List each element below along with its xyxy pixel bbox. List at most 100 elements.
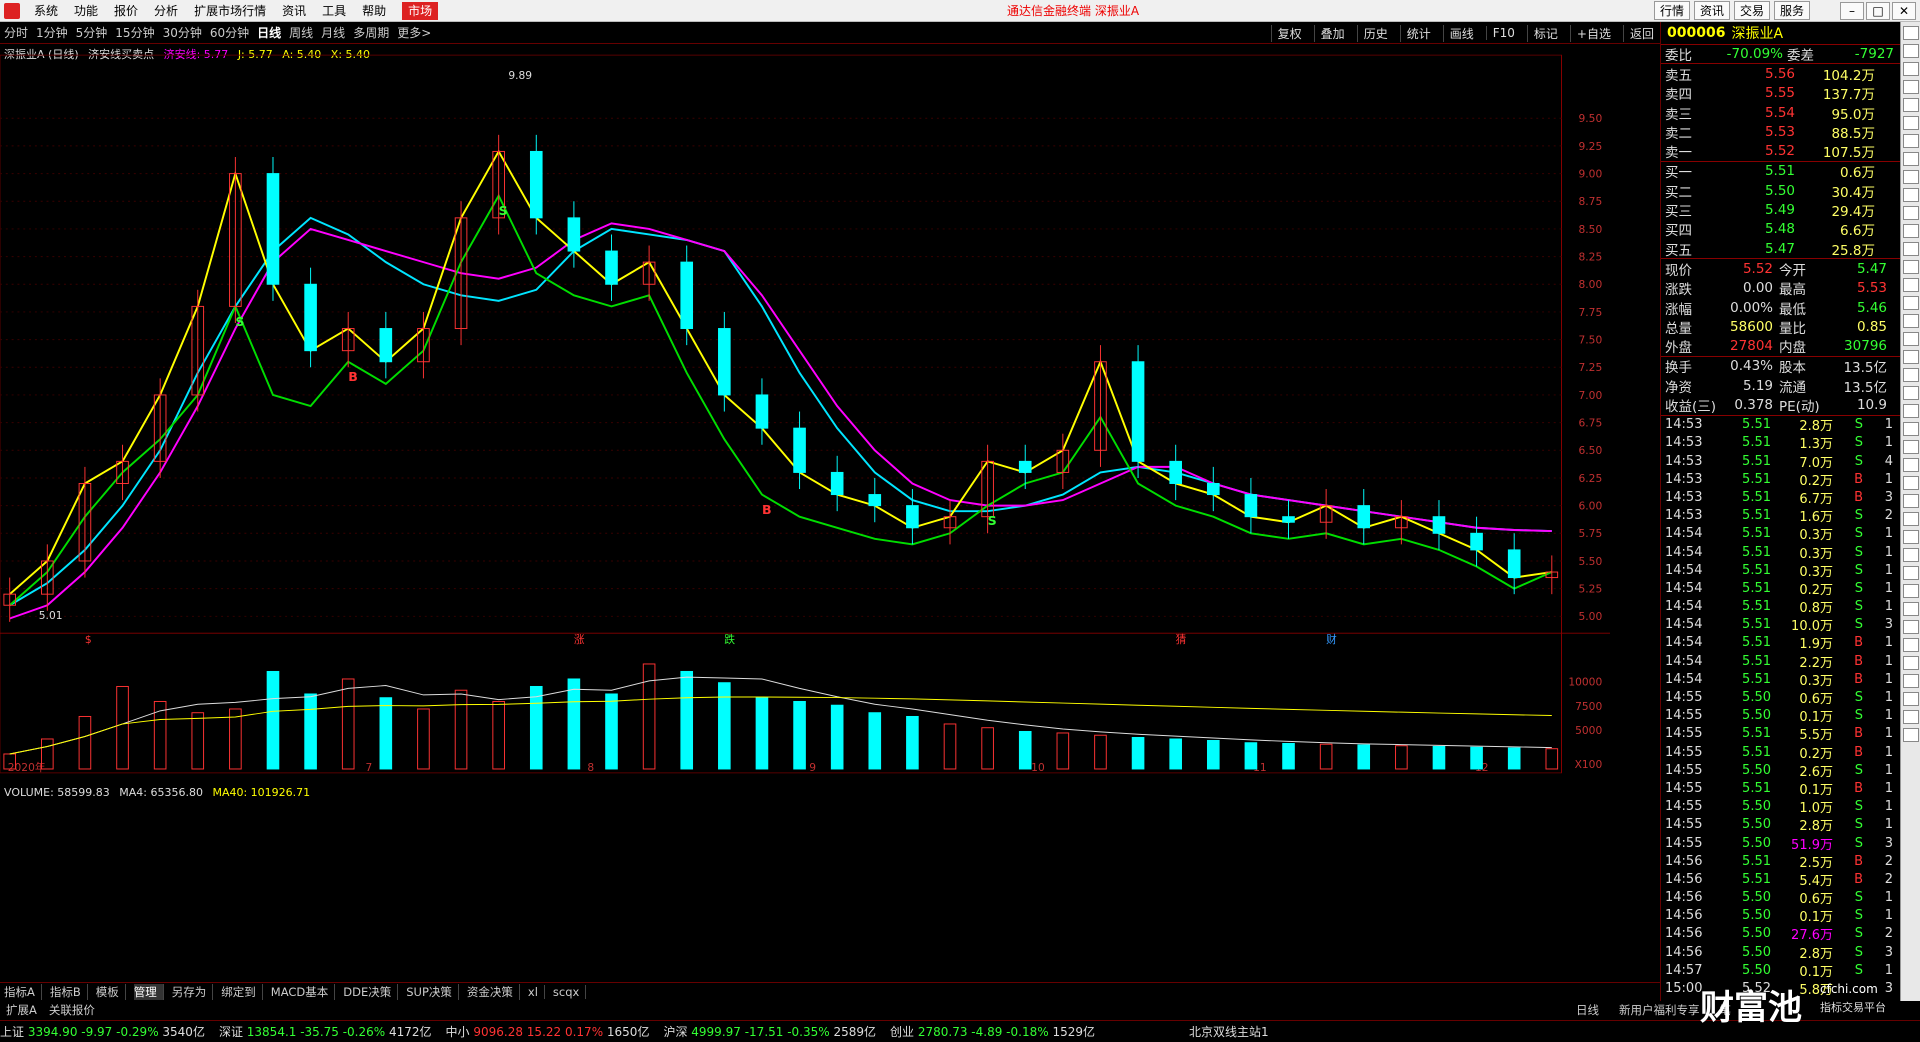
buys-row[interactable]: 买三 5.49 29.4万 (1661, 200, 1900, 220)
buys-row[interactable]: 买五 5.47 25.8万 (1661, 239, 1900, 259)
menu-item-3[interactable]: 分析 (154, 4, 178, 18)
period-tab-9[interactable]: 多周期 (353, 24, 389, 41)
side-tool-icon[interactable] (1903, 332, 1919, 346)
side-tool-icon[interactable] (1903, 512, 1919, 526)
side-tool-icon[interactable] (1903, 134, 1919, 148)
sub-right-1[interactable]: 新用户福利专享 (1619, 1002, 1700, 1018)
top-button-3[interactable]: 服务 (1773, 1, 1810, 20)
side-tool-icon[interactable] (1903, 368, 1919, 382)
buys-row[interactable]: 买二 5.50 30.4万 (1661, 181, 1900, 201)
side-tool-icon[interactable] (1903, 116, 1919, 130)
menu-item-1[interactable]: 功能 (74, 4, 98, 18)
sub-tab-1[interactable]: 关联报价 (49, 1002, 95, 1018)
indicator-tab-5[interactable]: 绑定到 (221, 983, 263, 1000)
index-1[interactable]: 深证 13854.1 -35.75 -0.26% 4172亿 (219, 1023, 432, 1040)
side-tool-icon[interactable] (1903, 296, 1919, 310)
top-button-2[interactable]: 交易 (1733, 1, 1770, 20)
indicator-tab-3[interactable]: 管理 (133, 983, 164, 1000)
index-2[interactable]: 中小 9096.28 15.22 0.17% 1650亿 (446, 1023, 650, 1040)
indicator-tab-2[interactable]: 模板 (96, 983, 126, 1000)
side-tool-icon[interactable] (1903, 260, 1919, 274)
period-tab-7[interactable]: 周线 (289, 24, 313, 41)
side-tool-icon[interactable] (1903, 206, 1919, 220)
chart-tool-2[interactable]: 历史 (1356, 24, 1388, 42)
menu-item-7[interactable]: 帮助 (362, 4, 386, 18)
chart-tool-4[interactable]: 画线 (1442, 24, 1474, 42)
side-tool-icon[interactable] (1903, 548, 1919, 562)
period-tab-2[interactable]: 5分钟 (76, 24, 108, 41)
menu-item-8[interactable]: 市场 (402, 2, 439, 20)
sells-row[interactable]: 卖五 5.56 104.2万 (1661, 64, 1900, 84)
side-tool-icon[interactable] (1903, 458, 1919, 472)
side-tool-icon[interactable] (1903, 80, 1919, 94)
indicator-tab-10[interactable]: xl (528, 984, 545, 999)
side-tool-icon[interactable] (1903, 710, 1919, 724)
side-tool-icon[interactable] (1903, 656, 1919, 670)
side-tool-icon[interactable] (1903, 170, 1919, 184)
period-tab-4[interactable]: 30分钟 (163, 24, 202, 41)
indicator-tab-0[interactable]: 指标A (4, 983, 42, 1000)
period-tab-8[interactable]: 月线 (321, 24, 345, 41)
index-0[interactable]: 上证 3394.90 -9.97 -0.29% 3540亿 (0, 1023, 205, 1040)
side-tool-icon[interactable] (1903, 584, 1919, 598)
side-tool-icon[interactable] (1903, 494, 1919, 508)
indicator-tab-7[interactable]: DDE决策 (343, 983, 399, 1000)
sub-tab-0[interactable]: 扩展A (6, 1002, 37, 1018)
side-tool-icon[interactable] (1903, 476, 1919, 490)
indicator-tab-4[interactable]: 另存为 (172, 983, 214, 1000)
indicator-tab-9[interactable]: 资金决策 (467, 983, 520, 1000)
chart-tool-8[interactable]: 返回 (1622, 24, 1654, 42)
menu-item-6[interactable]: 工具 (322, 4, 346, 18)
side-tool-icon[interactable] (1903, 26, 1919, 40)
minimize-icon[interactable]: – (1840, 1, 1864, 20)
side-tool-icon[interactable] (1903, 242, 1919, 256)
chart-tool-1[interactable]: 叠加 (1313, 24, 1345, 42)
period-tab-3[interactable]: 15分钟 (115, 24, 154, 41)
side-tool-icon[interactable] (1903, 602, 1919, 616)
side-tool-icon[interactable] (1903, 62, 1919, 76)
period-tab-5[interactable]: 60分钟 (210, 24, 249, 41)
side-tool-icon[interactable] (1903, 530, 1919, 544)
side-tool-icon[interactable] (1903, 440, 1919, 454)
menu-item-2[interactable]: 报价 (114, 4, 138, 18)
side-tool-icon[interactable] (1903, 350, 1919, 364)
sells-row[interactable]: 卖四 5.55 137.7万 (1661, 84, 1900, 103)
indicator-tab-8[interactable]: SUP决策 (406, 983, 459, 1000)
side-tool-icon[interactable] (1903, 314, 1919, 328)
side-tool-icon[interactable] (1903, 674, 1919, 688)
close-icon[interactable]: ✕ (1892, 1, 1916, 20)
side-tool-icon[interactable] (1903, 188, 1919, 202)
side-tool-icon[interactable] (1903, 638, 1919, 652)
period-tab-0[interactable]: 分时 (4, 24, 28, 41)
maximize-icon[interactable]: □ (1866, 1, 1890, 20)
index-4[interactable]: 创业 2780.73 -4.89 -0.18% 1529亿 (890, 1023, 1095, 1040)
top-button-0[interactable]: 行情 (1653, 1, 1690, 20)
side-tool-icon[interactable] (1903, 278, 1919, 292)
chart-tool-3[interactable]: 统计 (1399, 24, 1431, 42)
indicator-tab-11[interactable]: scqx (553, 984, 587, 999)
sub-right-0[interactable]: 日线 (1576, 1002, 1599, 1018)
menu-item-4[interactable]: 扩展市场行情 (194, 4, 266, 18)
period-tab-6[interactable]: 日线 (257, 24, 281, 41)
side-tool-icon[interactable] (1903, 728, 1919, 742)
index-3[interactable]: 沪深 4999.97 -17.51 -0.35% 2589亿 (663, 1023, 876, 1040)
indicator-tab-6[interactable]: MACD基本 (271, 983, 336, 1000)
side-tool-icon[interactable] (1903, 386, 1919, 400)
side-tool-icon[interactable] (1903, 404, 1919, 418)
side-tool-icon[interactable] (1903, 152, 1919, 166)
tick-list[interactable]: 14:53 5.51 2.8万 S 1 14:53 5.51 1.3万 S 1 14:53 5.51 7… (1661, 414, 1900, 998)
indicator-tab-1[interactable]: 指标B (50, 983, 88, 1000)
menu-item-5[interactable]: 资讯 (282, 4, 306, 18)
chart-tool-6[interactable]: 标记 (1526, 24, 1558, 42)
period-tab-10[interactable]: 更多> (397, 24, 431, 41)
sells-row[interactable]: 卖一 5.52 107.5万 (1661, 141, 1900, 161)
side-tool-icon[interactable] (1903, 44, 1919, 58)
side-tool-icon[interactable] (1903, 692, 1919, 706)
kline-chart[interactable]: 9.50 9.25 9.00 8.75 8.50 8.25 8.00 7.75 7.50 7.25… (0, 44, 1610, 784)
chart-tool-7[interactable]: +自选 (1569, 24, 1611, 42)
chart-tool-0[interactable]: 复权 (1270, 24, 1302, 42)
chart-tool-5[interactable]: F10 (1485, 26, 1515, 40)
side-tool-icon[interactable] (1903, 620, 1919, 634)
top-button-1[interactable]: 资讯 (1693, 1, 1730, 20)
side-tool-icon[interactable] (1903, 422, 1919, 436)
